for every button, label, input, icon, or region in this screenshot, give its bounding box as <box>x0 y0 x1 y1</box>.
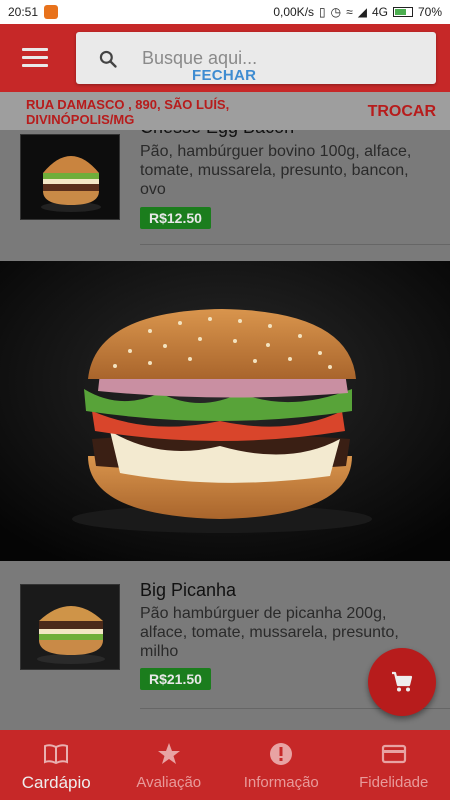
featured-product-image[interactable] <box>0 261 450 561</box>
address-bar: RUA DAMASCO , 890, SÃO LUÍS, DIVINÓPOLIS… <box>0 92 450 130</box>
vibrate-icon: ▯ <box>319 5 326 19</box>
network-type: 4G <box>371 5 388 19</box>
card-icon <box>381 744 406 764</box>
nav-label: Cardápio <box>21 773 91 792</box>
product-description: Pão, hambúrguer bovino 100g, alface, tom… <box>140 143 412 198</box>
battery-fill <box>394 9 407 15</box>
product-thumbnail <box>20 134 120 220</box>
product-list[interactable]: Chesse Egg Bacon Pão, hambúrguer bovino … <box>0 130 450 730</box>
star-icon <box>157 743 180 764</box>
cart-button[interactable] <box>368 648 436 716</box>
nav-label: Informação <box>243 774 319 791</box>
search-icon <box>99 50 117 68</box>
network-speed: 0,00K/s <box>273 5 315 19</box>
product-name: Big Picanha <box>140 580 237 600</box>
app-bar: FECHAR <box>0 24 450 92</box>
search-box[interactable]: FECHAR <box>76 32 436 84</box>
info-icon <box>270 743 293 765</box>
nav-item-cardapio[interactable]: Cardápio <box>0 730 113 800</box>
product-name: Chesse Egg Bacon <box>140 130 294 138</box>
nav-item-fidelidade[interactable]: Fidelidade <box>338 730 450 800</box>
product-price: R$12.50 <box>140 207 211 229</box>
change-address-button[interactable]: TROCAR <box>368 103 436 121</box>
signal-icon: ◢ <box>357 5 367 19</box>
battery-icon <box>392 7 413 17</box>
wifi-icon: ≈ <box>346 5 353 19</box>
product-thumbnail <box>20 584 120 670</box>
status-right: 0,00K/s ▯ ◷ ≈ ◢ 4G 70% <box>273 5 442 19</box>
search-input[interactable] <box>142 44 422 72</box>
notification-icon <box>44 5 59 19</box>
close-search-button[interactable]: FECHAR <box>192 67 256 84</box>
nav-item-informacao[interactable]: Informação <box>225 730 338 800</box>
nav-label: Fidelidade <box>359 774 429 791</box>
nav-label: Avaliação <box>136 774 202 791</box>
cart-icon <box>392 671 413 692</box>
nav-item-avaliacao[interactable]: Avaliação <box>113 730 226 800</box>
status-time: 20:51 <box>8 5 39 19</box>
list-item[interactable]: Chesse Egg Bacon Pão, hambúrguer bovino … <box>0 130 450 250</box>
book-icon <box>44 744 69 765</box>
bottom-navigation: Cardápio Avaliação Informação Fidelidade <box>0 730 450 800</box>
status-bar: 20:51 0,00K/s ▯ ◷ ≈ ◢ 4G 70% <box>0 0 450 24</box>
battery-percent: 70% <box>417 5 442 19</box>
menu-icon[interactable] <box>22 48 48 68</box>
alarm-icon: ◷ <box>330 5 342 19</box>
delivery-address: RUA DAMASCO , 890, SÃO LUÍS, DIVINÓPOLIS… <box>26 97 230 127</box>
item-divider <box>140 244 450 245</box>
product-price: R$21.50 <box>140 668 211 690</box>
